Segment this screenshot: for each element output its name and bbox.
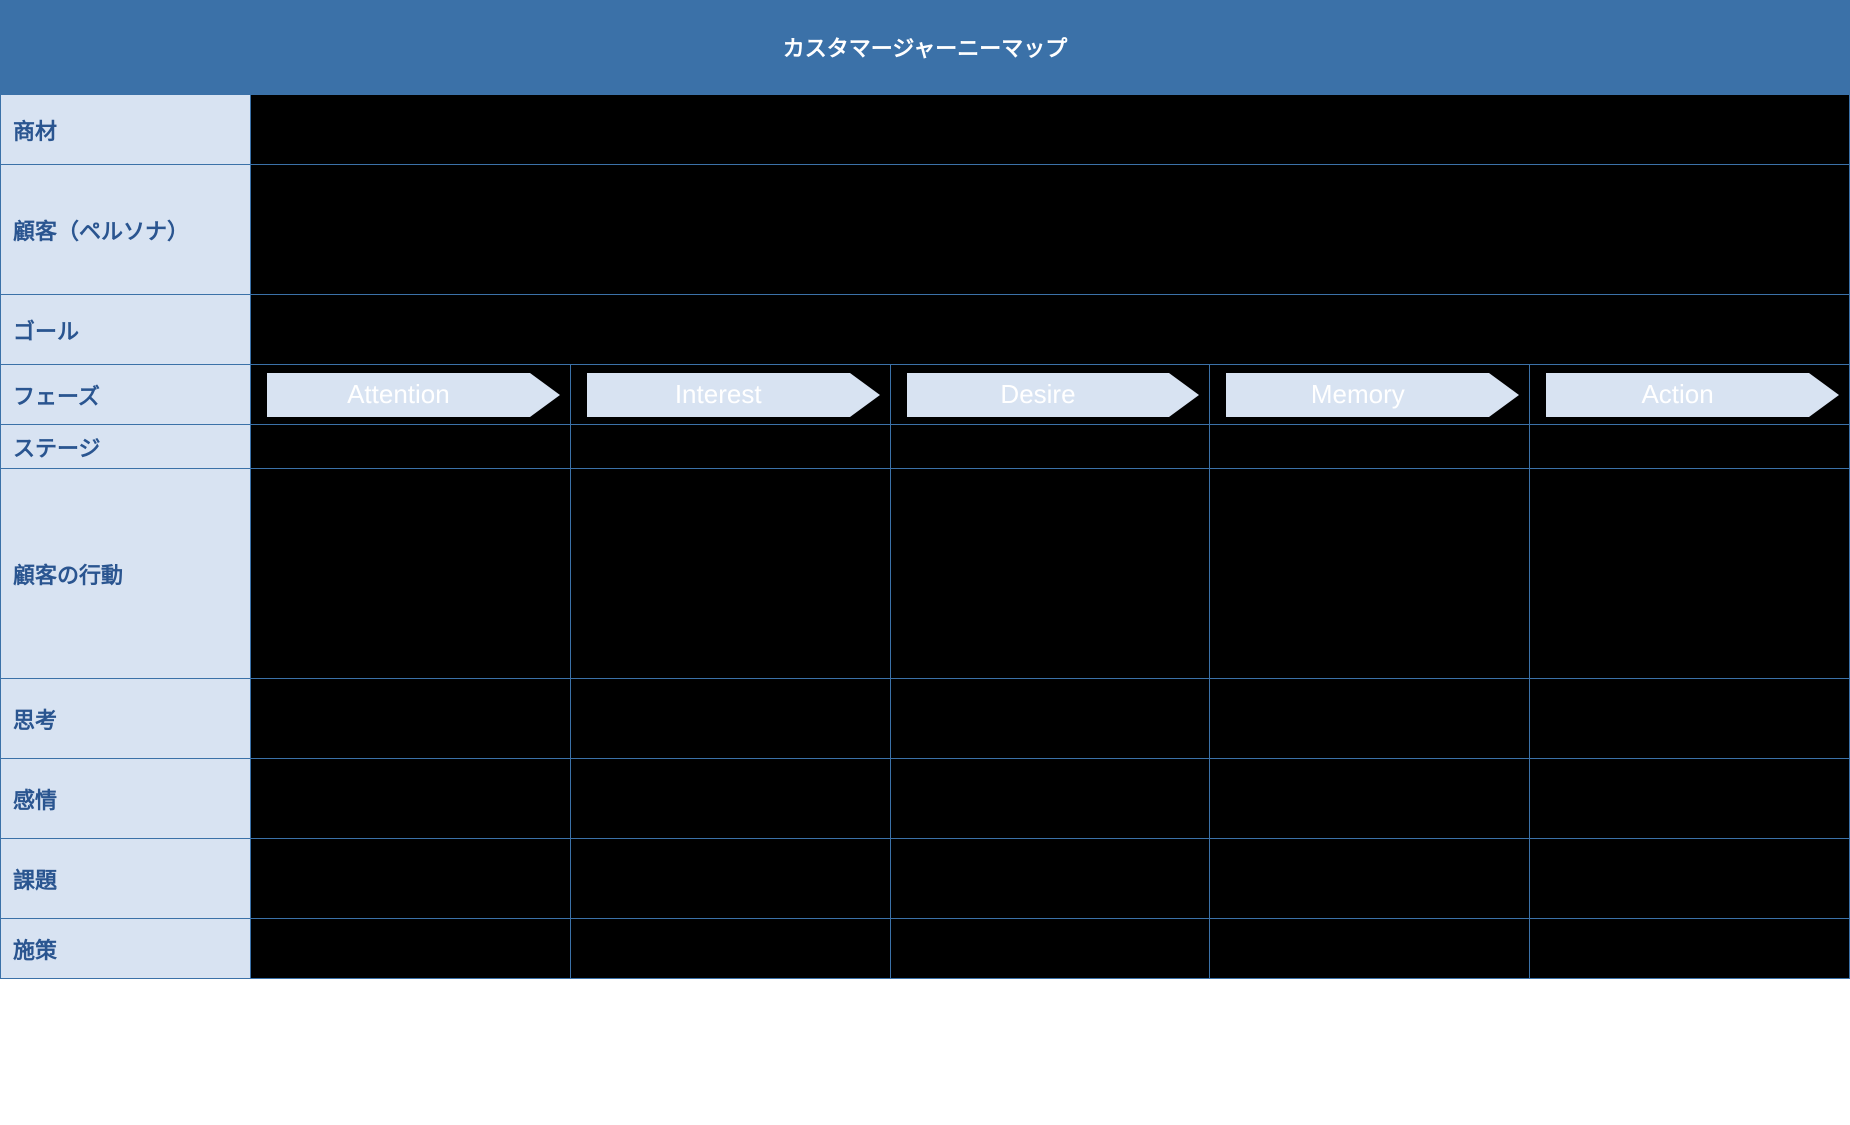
- cell-stage-3: [1210, 425, 1530, 469]
- cell-think-0: [251, 679, 571, 759]
- chevron-right-icon: [1169, 373, 1199, 417]
- cell-stage-2: [890, 425, 1210, 469]
- chevron-right-icon: [1489, 373, 1519, 417]
- cell-issue-0: [251, 839, 571, 919]
- phase-arrow-interest: Interest: [577, 373, 884, 417]
- chevron-right-icon: [850, 373, 880, 417]
- row-think: 思考: [1, 679, 1850, 759]
- cell-measure-1: [570, 919, 890, 979]
- cell-action-1: [570, 469, 890, 679]
- cell-think-3: [1210, 679, 1530, 759]
- cell-issue-2: [890, 839, 1210, 919]
- phase-cell-4: Action: [1530, 365, 1850, 425]
- phase-arrow-label: Attention: [267, 373, 530, 417]
- cell-think-1: [570, 679, 890, 759]
- cell-measure-0: [251, 919, 571, 979]
- label-measure: 施策: [1, 919, 251, 979]
- phase-arrow-action: Action: [1536, 373, 1843, 417]
- cell-action-2: [890, 469, 1210, 679]
- row-issue: 課題: [1, 839, 1850, 919]
- label-stage: ステージ: [1, 425, 251, 469]
- row-stage: ステージ: [1, 425, 1850, 469]
- label-phase: フェーズ: [1, 365, 251, 425]
- cell-action-4: [1530, 469, 1850, 679]
- cell-persona-content: [251, 165, 1850, 295]
- cell-stage-1: [570, 425, 890, 469]
- phase-arrow-attention: Attention: [257, 373, 564, 417]
- cell-issue-4: [1530, 839, 1850, 919]
- phase-arrow-desire: Desire: [897, 373, 1204, 417]
- cell-stage-4: [1530, 425, 1850, 469]
- cell-emotion-4: [1530, 759, 1850, 839]
- cell-action-3: [1210, 469, 1530, 679]
- phase-arrow-label: Desire: [907, 373, 1170, 417]
- label-action: 顧客の行動: [1, 469, 251, 679]
- cell-issue-1: [570, 839, 890, 919]
- label-issue: 課題: [1, 839, 251, 919]
- row-persona: 顧客（ペルソナ）: [1, 165, 1850, 295]
- phase-arrow-label: Memory: [1226, 373, 1489, 417]
- cell-issue-3: [1210, 839, 1530, 919]
- label-goal: ゴール: [1, 295, 251, 365]
- cell-shozai-content: [251, 95, 1850, 165]
- row-emotion: 感情: [1, 759, 1850, 839]
- row-goal: ゴール: [1, 295, 1850, 365]
- cell-measure-4: [1530, 919, 1850, 979]
- label-emotion: 感情: [1, 759, 251, 839]
- cell-emotion-0: [251, 759, 571, 839]
- phase-arrow-memory: Memory: [1216, 373, 1523, 417]
- row-action: 顧客の行動: [1, 469, 1850, 679]
- row-shozai: 商材: [1, 95, 1850, 165]
- cell-goal-content: [251, 295, 1850, 365]
- phase-arrow-label: Action: [1546, 373, 1809, 417]
- cell-think-4: [1530, 679, 1850, 759]
- phase-cell-2: Desire: [890, 365, 1210, 425]
- map-title: カスタマージャーニーマップ: [0, 0, 1850, 94]
- label-persona: 顧客（ペルソナ）: [1, 165, 251, 295]
- journey-table: 商材 顧客（ペルソナ） ゴール フェーズ Attention Int: [0, 94, 1850, 979]
- row-measure: 施策: [1, 919, 1850, 979]
- label-think: 思考: [1, 679, 251, 759]
- cell-stage-0: [251, 425, 571, 469]
- chevron-right-icon: [1809, 373, 1839, 417]
- cell-action-0: [251, 469, 571, 679]
- cell-emotion-2: [890, 759, 1210, 839]
- cell-emotion-3: [1210, 759, 1530, 839]
- label-shozai: 商材: [1, 95, 251, 165]
- cell-measure-3: [1210, 919, 1530, 979]
- phase-arrow-label: Interest: [587, 373, 850, 417]
- customer-journey-map: カスタマージャーニーマップ 商材 顧客（ペルソナ） ゴール フェーズ Atten…: [0, 0, 1850, 1125]
- row-phase: フェーズ Attention Interest Desire: [1, 365, 1850, 425]
- phase-cell-0: Attention: [251, 365, 571, 425]
- cell-think-2: [890, 679, 1210, 759]
- phase-cell-3: Memory: [1210, 365, 1530, 425]
- chevron-right-icon: [530, 373, 560, 417]
- cell-emotion-1: [570, 759, 890, 839]
- cell-measure-2: [890, 919, 1210, 979]
- phase-cell-1: Interest: [570, 365, 890, 425]
